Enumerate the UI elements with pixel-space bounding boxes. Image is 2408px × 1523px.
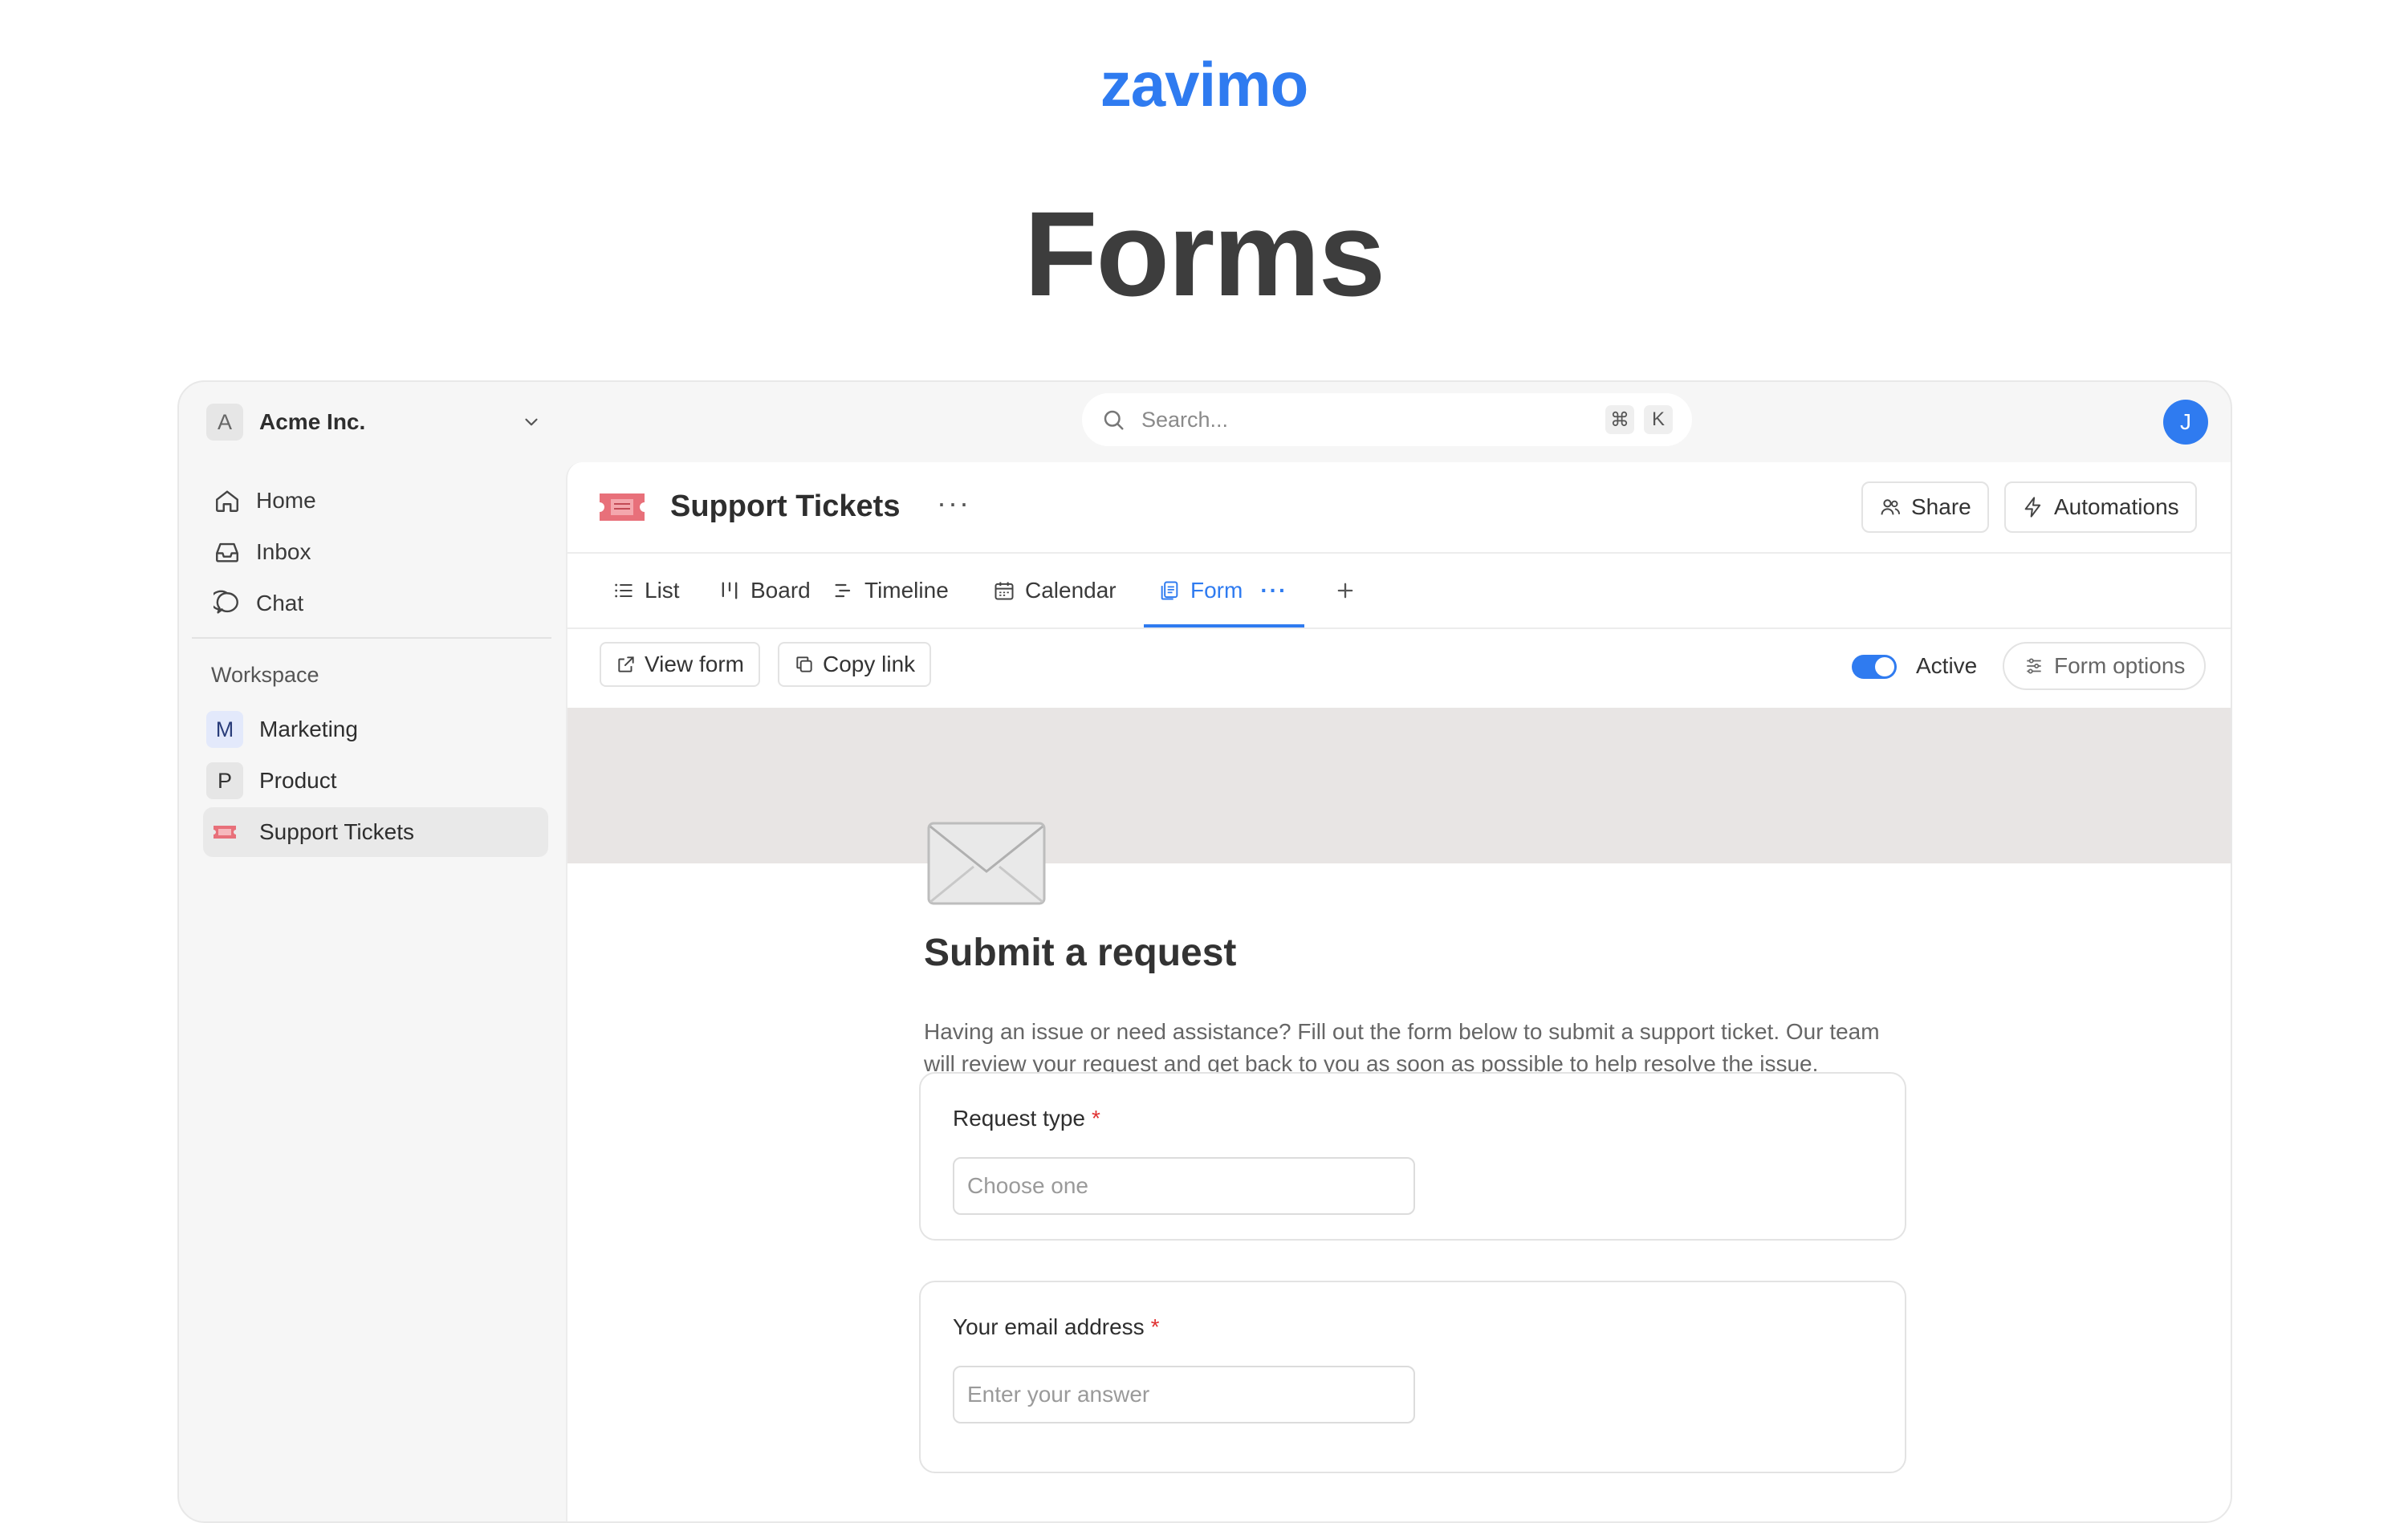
- workspace-section-title: Workspace: [211, 663, 319, 687]
- tab-label: List: [645, 578, 680, 603]
- lightning-icon: [2024, 497, 2041, 518]
- tab-more-button[interactable]: ···: [1260, 578, 1287, 603]
- automations-button[interactable]: Automations: [2004, 481, 2197, 533]
- tab-label: Form: [1190, 578, 1243, 603]
- workspace-name: Acme Inc.: [259, 409, 366, 434]
- form-options-label: Form options: [2054, 653, 2186, 678]
- workspace-badge: A: [206, 404, 243, 441]
- form-description: Having an issue or need assistance? Fill…: [924, 1019, 1880, 1076]
- form-toolbar: View form Copy link Active Form options: [567, 629, 2231, 706]
- required-marker: *: [1150, 1314, 1160, 1339]
- sidebar-item-label: Support Tickets: [259, 819, 414, 844]
- active-tab-indicator: [1144, 624, 1304, 627]
- sidebar-item-inbox[interactable]: Inbox: [211, 531, 311, 573]
- automations-label: Automations: [2054, 494, 2179, 519]
- search-placeholder: Search...: [1141, 407, 1229, 432]
- list-icon: [615, 583, 633, 598]
- inbox-icon: [211, 536, 243, 568]
- sidebar-item-label: Home: [256, 488, 316, 513]
- tab-label: Board: [750, 578, 811, 603]
- user-avatar[interactable]: J: [2163, 400, 2208, 445]
- active-toggle[interactable]: [1852, 655, 1897, 679]
- question-label: Your email address *: [953, 1314, 1160, 1340]
- email-field[interactable]: [953, 1366, 1415, 1423]
- sidebar-item-support-tickets[interactable]: Support Tickets: [203, 807, 548, 857]
- search-bar[interactable]: Search... ⌘ K: [1082, 393, 1692, 446]
- add-view-button[interactable]: [1334, 554, 1357, 627]
- form-icon: [1161, 581, 1178, 600]
- more-options-button[interactable]: ···: [937, 486, 970, 520]
- form-title: Submit a request: [924, 932, 1237, 974]
- search-icon: [1104, 410, 1124, 430]
- tab-board[interactable]: Board: [718, 554, 811, 627]
- toggle-knob: [1875, 657, 1894, 676]
- brand-logo: zavimo: [1100, 49, 1308, 120]
- sidebar-item-label: Chat: [256, 591, 304, 615]
- copy-link-label: Copy link: [823, 652, 916, 676]
- plus-icon: [1337, 583, 1353, 599]
- sidebar-item-label: Product: [259, 768, 337, 793]
- tab-form[interactable]: Form ···: [1158, 554, 1287, 627]
- question-card-request-type: Request type *: [919, 1072, 1906, 1241]
- board-icon: [722, 582, 738, 599]
- tab-list[interactable]: List: [612, 554, 680, 627]
- shortcut-key-cmd: ⌘: [1605, 405, 1634, 434]
- sidebar-item-chat[interactable]: Chat: [211, 583, 303, 624]
- hero-title: Forms: [1023, 186, 1385, 321]
- ticket-icon: [206, 814, 243, 851]
- copy-icon: [796, 656, 812, 672]
- envelope-icon: [927, 822, 1046, 905]
- view-form-label: View form: [645, 652, 744, 676]
- page-header: Support Tickets ··· Share Automations: [567, 462, 2231, 554]
- request-type-select[interactable]: [953, 1157, 1415, 1215]
- sidebar-divider: [192, 637, 551, 639]
- form-cover: [567, 708, 2231, 863]
- calendar-icon: [995, 582, 1014, 600]
- sidebar-item-marketing[interactable]: M Marketing: [203, 705, 548, 754]
- chevron-down-icon: [525, 418, 538, 426]
- tab-calendar[interactable]: Calendar: [993, 554, 1117, 627]
- question-card-email: Your email address *: [919, 1281, 1906, 1473]
- main-panel: Support Tickets ··· Share Automations Li…: [566, 462, 2231, 1521]
- sliders-icon: [2027, 658, 2041, 674]
- share-button[interactable]: Share: [1861, 481, 1989, 533]
- sidebar-item-product[interactable]: P Product: [203, 756, 548, 806]
- question-label-text: Request type: [953, 1106, 1085, 1131]
- sidebar-item-home[interactable]: Home: [211, 480, 316, 522]
- users-icon: [1881, 499, 1901, 515]
- form-options-button[interactable]: Form options: [2003, 642, 2207, 690]
- workspace-switcher[interactable]: A Acme Inc.: [206, 401, 542, 443]
- timeline-icon: [835, 583, 851, 598]
- tab-label: Calendar: [1025, 578, 1117, 603]
- chat-icon: [211, 587, 243, 619]
- active-label: Active: [1916, 653, 1978, 678]
- sidebar-item-label: Marketing: [259, 717, 358, 741]
- app-window: A Acme Inc. Search... ⌘ K J Home Inbox C…: [177, 380, 2232, 1523]
- view-form-button[interactable]: View form: [600, 642, 760, 687]
- shortcut-key-k: K: [1644, 405, 1673, 434]
- marketing-badge: M: [206, 711, 243, 748]
- ticket-icon: [600, 493, 645, 521]
- tab-timeline[interactable]: Timeline: [832, 554, 949, 627]
- copy-link-button[interactable]: Copy link: [778, 642, 932, 687]
- page-title: Support Tickets: [670, 489, 901, 523]
- external-link-icon: [618, 656, 634, 672]
- product-badge: P: [206, 762, 243, 799]
- share-label: Share: [1911, 494, 1971, 519]
- question-label: Request type *: [953, 1106, 1100, 1131]
- sidebar-item-label: Inbox: [256, 539, 311, 564]
- view-tabs: List Board Timeline Calendar Form ···: [567, 554, 2231, 629]
- tab-label: Timeline: [864, 578, 949, 603]
- home-icon: [211, 485, 243, 517]
- question-label-text: Your email address: [953, 1314, 1145, 1339]
- required-marker: *: [1092, 1106, 1100, 1131]
